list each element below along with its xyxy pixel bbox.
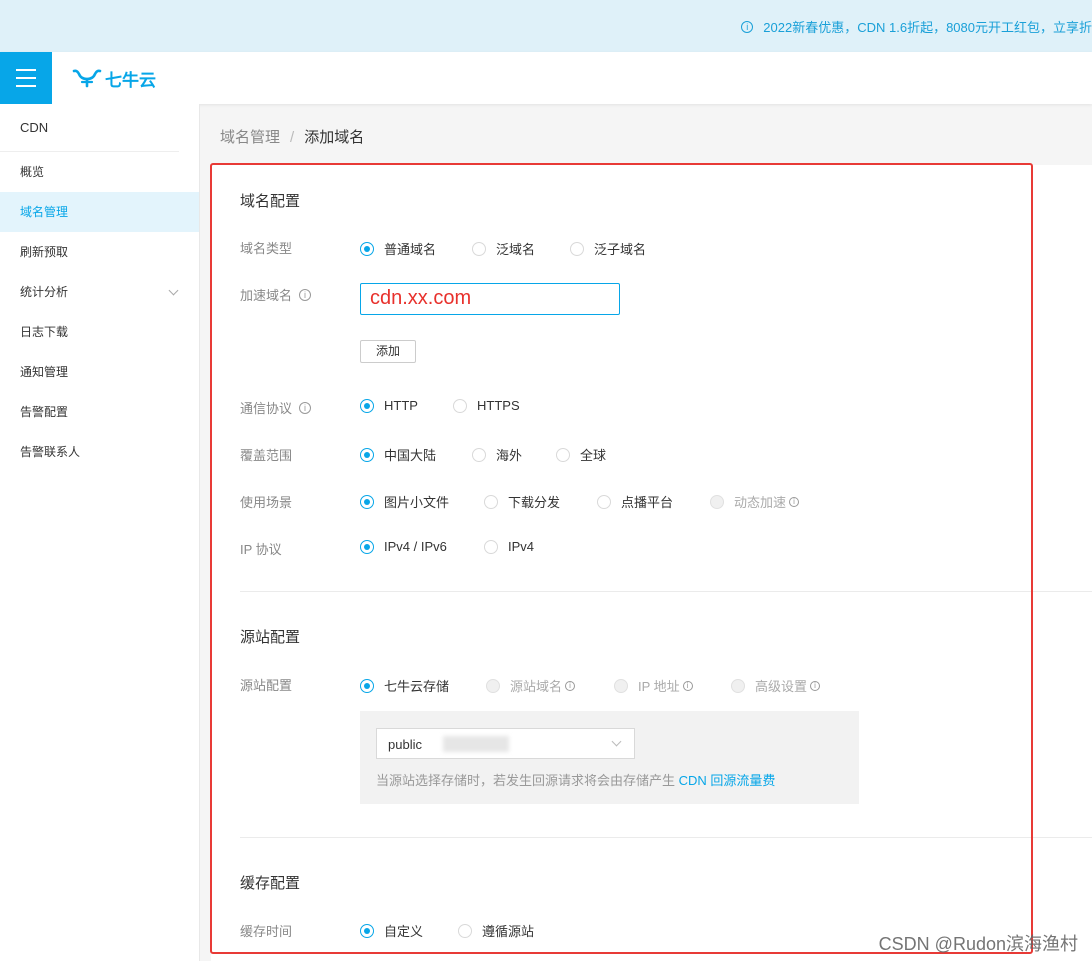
radio-ip-address: IP 地址 i	[614, 676, 693, 695]
section-divider	[240, 591, 1092, 592]
radio-source-domain: 源站域名 i	[486, 676, 576, 695]
section-divider	[240, 837, 1092, 838]
info-icon[interactable]: i	[299, 401, 312, 414]
qiniu-logo[interactable]: 七牛云	[72, 66, 156, 90]
breadcrumb-current: 添加域名	[304, 129, 365, 146]
cache-config-title: 缓存配置	[240, 875, 301, 892]
radio-dot[interactable]	[472, 447, 486, 462]
sidebar-item-label: 统计分析	[20, 285, 69, 299]
domain-config-title: 域名配置	[240, 193, 301, 210]
promo-banner[interactable]: i 2022新春优惠，CDN 1.6折起，8080元开工红包，立享折	[0, 0, 1092, 52]
csdn-watermark: CSDN @Rudon滨海渔村	[878, 934, 1078, 954]
coverage-label: 覆盖范围	[240, 448, 293, 463]
sidebar-item-notifications[interactable]: 通知管理	[0, 352, 199, 392]
radio-ipv4-ipv6[interactable]: IPv4 / IPv6	[360, 539, 447, 554]
radio-dot[interactable]	[570, 241, 584, 256]
radio-dot[interactable]	[360, 539, 374, 554]
sidebar-item-log-download[interactable]: 日志下载	[0, 312, 199, 352]
radio-dot[interactable]	[484, 494, 498, 509]
radio-qiniu-storage[interactable]: 七牛云存储	[360, 676, 449, 695]
top-navbar: 七牛云	[0, 52, 1092, 104]
sidebar-section-title: CDN	[0, 104, 179, 152]
scenario-label: 使用场景	[240, 495, 293, 510]
sidebar-item-overview[interactable]: 概览	[0, 152, 199, 192]
redacted-bucket-name	[443, 736, 509, 752]
accel-domain-value: cdn.xx.com	[370, 287, 472, 309]
source-config-label: 源站配置	[240, 678, 293, 693]
add-domain-form: 域名配置 域名类型 普通域名 泛域名 泛子域名 加速域名 i cdn.xx.com…	[211, 165, 1092, 961]
sidebar-item-domain-management[interactable]: 域名管理	[0, 192, 199, 232]
radio-dot	[486, 678, 500, 693]
radio-advanced-settings: 高级设置 i	[731, 676, 821, 695]
bucket-select[interactable]: public	[376, 728, 635, 759]
source-config-title: 源站配置	[240, 629, 301, 646]
radio-dot[interactable]	[472, 241, 486, 256]
storage-bucket-panel: public 当源站选择存储时，若发生回源请求将会由存储产生 CDN 回源流量费	[360, 711, 859, 804]
radio-wildcard-subdomain[interactable]: 泛子域名	[570, 239, 646, 258]
sidebar-item-refresh-prefetch[interactable]: 刷新预取	[0, 232, 199, 272]
radio-small-images[interactable]: 图片小文件	[360, 492, 449, 511]
radio-dot[interactable]	[360, 241, 374, 256]
hamburger-menu-button[interactable]	[0, 52, 52, 104]
cache-time-label: 缓存时间	[240, 924, 293, 939]
radio-dot[interactable]	[556, 447, 570, 462]
radio-mainland-china[interactable]: 中国大陆	[360, 445, 436, 464]
radio-dot[interactable]	[597, 494, 611, 509]
radio-dot[interactable]	[458, 923, 472, 938]
add-domain-button[interactable]: 添加	[360, 340, 416, 363]
radio-custom[interactable]: 自定义	[360, 921, 423, 940]
info-icon[interactable]: i	[299, 288, 312, 301]
breadcrumb-parent-link[interactable]: 域名管理	[220, 129, 280, 146]
radio-dot[interactable]	[360, 447, 374, 462]
accel-domain-label: 加速域名 i	[240, 285, 312, 304]
sidebar-item-statistics[interactable]: 统计分析	[0, 272, 199, 312]
radio-dynamic-acceleration: 动态加速 i	[710, 492, 800, 511]
source-fee-note: 当源站选择存储时，若发生回源请求将会由存储产生 CDN 回源流量费	[376, 773, 776, 788]
sidebar: CDN 概览 域名管理 刷新预取 统计分析 日志下载 通知管理 告警配置 告警联…	[0, 104, 200, 961]
breadcrumb: 域名管理 / 添加域名	[220, 126, 364, 147]
radio-wildcard-domain[interactable]: 泛域名	[472, 239, 535, 258]
radio-dot[interactable]	[484, 539, 498, 554]
logo-text: 七牛云	[105, 70, 156, 90]
sidebar-item-alert-config[interactable]: 告警配置	[0, 392, 199, 432]
radio-overseas[interactable]: 海外	[472, 445, 522, 464]
radio-follow-origin[interactable]: 遵循源站	[458, 921, 534, 940]
radio-dot[interactable]	[453, 398, 467, 413]
cdn-backsource-fee-link[interactable]: CDN 回源流量费	[679, 773, 776, 788]
radio-https[interactable]: HTTPS	[453, 398, 520, 413]
radio-vod-platform[interactable]: 点播平台	[597, 492, 673, 511]
radio-download-distribution[interactable]: 下载分发	[484, 492, 560, 511]
radio-global[interactable]: 全球	[556, 445, 606, 464]
radio-dot[interactable]	[360, 398, 374, 413]
radio-http[interactable]: HTTP	[360, 398, 418, 413]
accel-domain-input[interactable]: cdn.xx.com	[360, 283, 620, 315]
radio-normal-domain[interactable]: 普通域名	[360, 239, 436, 258]
promo-banner-text[interactable]: 2022新春优惠，CDN 1.6折起，8080元开工红包，立享折	[763, 17, 1092, 36]
domain-type-label: 域名类型	[240, 241, 293, 256]
radio-dot[interactable]	[360, 494, 374, 509]
radio-dot	[710, 494, 724, 509]
info-icon[interactable]: i	[682, 680, 693, 691]
info-icon: i	[741, 20, 754, 33]
protocol-label: 通信协议 i	[240, 398, 312, 417]
radio-dot[interactable]	[360, 678, 374, 693]
chevron-down-icon	[168, 285, 179, 296]
radio-ipv4[interactable]: IPv4	[484, 539, 534, 554]
radio-dot[interactable]	[360, 923, 374, 938]
chevron-down-icon	[611, 736, 622, 747]
radio-dot	[731, 678, 745, 693]
bucket-select-value: public	[388, 737, 422, 752]
qiniu-logo-icon	[72, 69, 102, 88]
info-icon[interactable]: i	[565, 680, 576, 691]
ip-protocol-label: IP 协议	[240, 542, 282, 557]
radio-dot	[614, 678, 628, 693]
info-icon[interactable]: i	[810, 680, 821, 691]
sidebar-item-alert-contacts[interactable]: 告警联系人	[0, 432, 199, 472]
breadcrumb-separator: /	[290, 129, 295, 146]
info-icon[interactable]: i	[789, 496, 800, 507]
